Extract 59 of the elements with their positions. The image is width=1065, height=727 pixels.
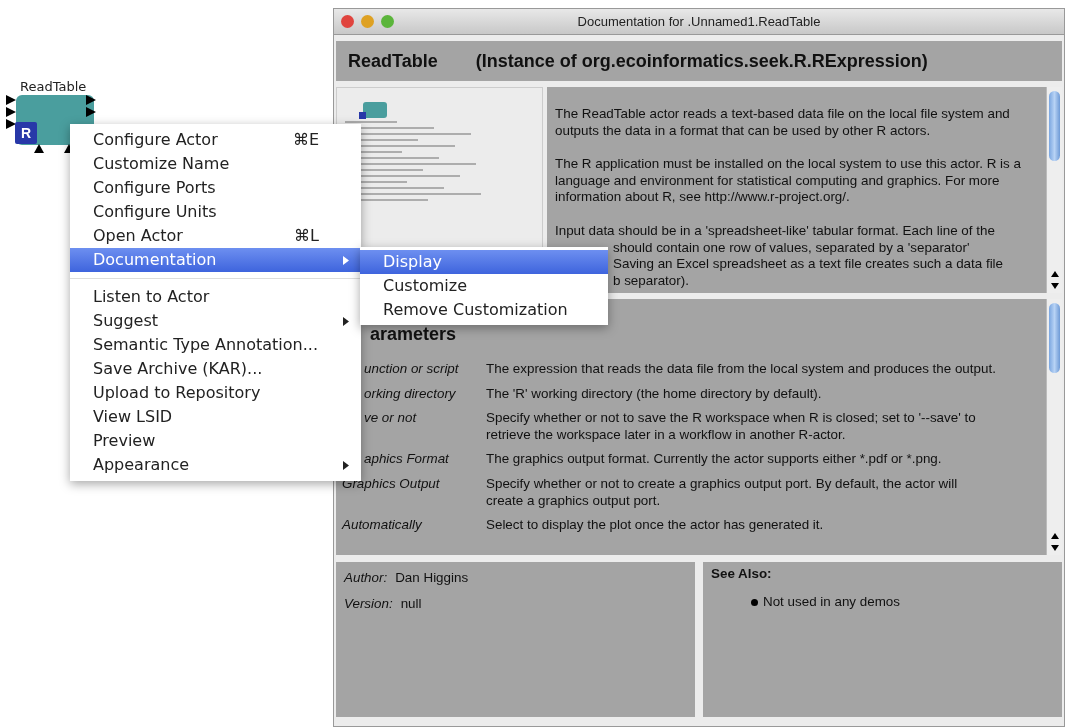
parameter-description: The 'R' working directory (the home directory by default). <box>486 385 823 403</box>
field-value: null <box>400 596 422 612</box>
parameter-name: Automatically <box>342 517 422 533</box>
close-button[interactable] <box>341 15 354 28</box>
menu-item[interactable]: Upload to Repository <box>70 381 361 405</box>
menu-item[interactable]: Configure Ports <box>70 176 361 200</box>
menu-item[interactable]: Configure Actor ⌘E <box>70 128 361 152</box>
description-line: should contain one row of values, separated by a 'separator' <box>613 239 970 257</box>
description-paragraph: The ReadTable actor reads a text-based data file on the local file system and outputs the data in a format that can be used by other R actors. <box>555 106 1011 140</box>
parameter-description: Specify whether or not to save the R workspace when R is closed; set to '--save' to retrieve the workspace later in a workflow in another R-actor. <box>486 410 977 444</box>
menu-item[interactable]: Configure Units <box>70 200 361 224</box>
menu-item[interactable]: Appearance <box>70 453 361 477</box>
field-value: Dan Higgins <box>395 570 469 585</box>
scrollbar-thumb[interactable] <box>1049 91 1060 161</box>
description-line: Saving an Excel spreadsheet as a text file creates such a data file <box>613 256 1004 273</box>
scroll-up-icon[interactable] <box>1050 270 1059 278</box>
menu-item[interactable]: Semantic Type Annotation... <box>70 333 361 357</box>
scroll-down-icon[interactable] <box>1050 544 1059 552</box>
description-line: Input data should be in a 'spreadsheet-like' tabular format. Each line of the <box>555 222 996 240</box>
parameter-description: Select to display the plot once the actor has generated it. <box>486 517 825 534</box>
menu-item[interactable]: Documentation <box>70 248 361 272</box>
window-title: Documentation for .Unnamed1.ReadTable <box>577 13 821 29</box>
menu-item[interactable]: Suggest <box>70 309 361 333</box>
parameter-name: ve or not <box>364 410 417 426</box>
see-also-item: Not used in any demos <box>763 593 900 612</box>
scrollbar-thumb[interactable] <box>1049 303 1060 373</box>
submenu-item[interactable]: Remove Customization <box>360 298 608 322</box>
menu-item[interactable]: View LSID <box>70 405 361 429</box>
submenu-item[interactable]: Customize <box>360 274 608 298</box>
menu-item[interactable]: Preview <box>70 429 361 453</box>
parameters-heading: arameters <box>370 324 458 344</box>
submenu-arrow-icon <box>343 316 349 326</box>
r-badge: R <box>15 122 37 144</box>
submenu-item[interactable]: Display <box>360 250 608 274</box>
menu-item[interactable]: Save Archive (KAR)... <box>70 357 361 381</box>
parameter-name: orking directory <box>364 385 456 401</box>
parameter-name: unction or script <box>364 361 459 376</box>
menu-item[interactable]: Customize Name <box>70 152 361 176</box>
parameter-name: aphics Format <box>364 451 449 467</box>
zoom-button[interactable] <box>381 15 394 28</box>
scroll-up-icon[interactable] <box>1050 532 1059 540</box>
menu-item[interactable]: Open Actor ⌘L <box>70 224 361 248</box>
parameter-description: The expression that reads the data file from the local system and produces the output. <box>486 361 997 378</box>
actor-name-heading: ReadTable <box>348 49 438 73</box>
field-label: Author: <box>344 570 388 585</box>
description-paragraph: The R application must be installed on the local system to use this actor. R is a language and environment for statistical computing and graphics. For more information about R, see http://www.r-project.org/. <box>555 156 1022 206</box>
submenu-arrow-icon <box>343 460 349 470</box>
bullet-icon <box>751 598 758 606</box>
menu-item[interactable]: Listen to Actor <box>70 285 361 309</box>
minimize-button[interactable] <box>361 15 374 28</box>
description-line: b separator). <box>613 272 689 290</box>
field-label: Version: <box>344 596 393 612</box>
parameter-description: The graphics output format. Currently the actor supports either *.pdf or *.png. <box>486 451 943 468</box>
see-also-heading: See Also: <box>711 565 773 583</box>
actor-label: ReadTable <box>20 78 87 96</box>
submenu-arrow-icon <box>343 255 349 265</box>
instance-heading: (Instance of org.ecoinformatics.seek.R.RExpression) <box>475 49 928 73</box>
parameter-description: Specify whether or not to create a graphics output port. By default, the actor will create a graphics output port. <box>486 475 959 510</box>
scroll-down-icon[interactable] <box>1050 282 1059 290</box>
